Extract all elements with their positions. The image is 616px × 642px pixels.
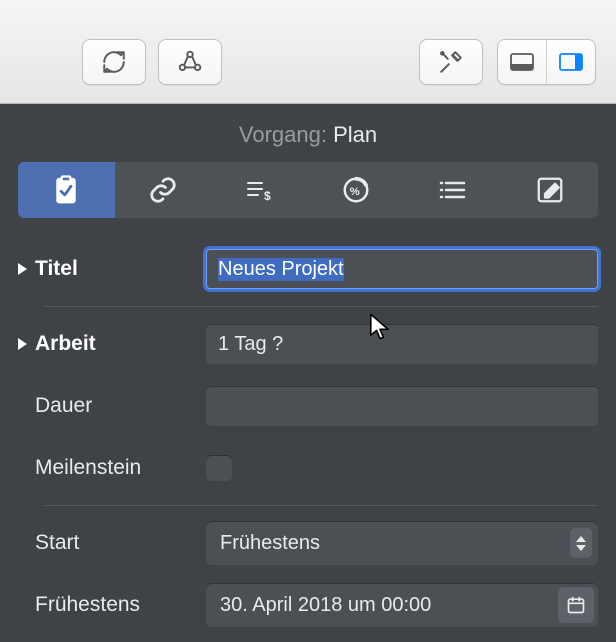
svg-text:$: $ xyxy=(264,189,271,203)
label-titel: Titel xyxy=(35,257,78,281)
inspector-header-label: Vorgang: xyxy=(239,122,327,147)
triangle-right-icon xyxy=(18,263,27,275)
tab-fields[interactable] xyxy=(405,162,502,218)
inspector-tabstrip: $ % xyxy=(18,162,598,218)
fields-icon xyxy=(438,177,468,203)
milestone-checkbox[interactable] xyxy=(206,455,232,481)
disclosure-title[interactable]: Titel xyxy=(18,257,206,281)
link-icon xyxy=(148,175,178,205)
stepper-icon xyxy=(570,528,592,558)
label-dauer: Dauer xyxy=(35,394,92,418)
inspector-header: Vorgang: Plan xyxy=(0,104,616,162)
window-toolbar xyxy=(0,0,616,104)
work-input[interactable]: 1 Tag ? xyxy=(206,324,598,364)
inspector-header-value: Plan xyxy=(333,122,377,147)
duration-input[interactable] xyxy=(206,386,598,426)
label-start: Start xyxy=(35,531,79,555)
tab-general[interactable] xyxy=(18,162,115,218)
disclosure-work[interactable]: Arbeit xyxy=(18,332,206,356)
calendar-picker-button[interactable] xyxy=(558,587,594,623)
calendar-icon xyxy=(566,595,586,615)
tab-notes[interactable] xyxy=(501,162,598,218)
work-value: 1 Tag ? xyxy=(218,333,283,356)
tools-icon xyxy=(438,49,464,75)
progress-icon: % xyxy=(341,175,371,205)
label-arbeit: Arbeit xyxy=(35,332,96,356)
triangle-right-icon xyxy=(18,338,27,350)
network-button[interactable] xyxy=(158,39,222,85)
tab-progress[interactable]: % xyxy=(308,162,405,218)
clipboard-check-icon xyxy=(51,174,81,206)
network-icon xyxy=(177,49,203,75)
start-constraint-value: Frühestens xyxy=(220,532,320,555)
label-meilenstein: Meilenstein xyxy=(35,456,141,480)
svg-text:%: % xyxy=(350,186,360,198)
panel-right-icon xyxy=(558,52,584,72)
divider xyxy=(44,505,598,506)
sync-button[interactable] xyxy=(82,39,146,85)
tools-button[interactable] xyxy=(419,39,483,85)
tab-costs[interactable]: $ xyxy=(211,162,308,218)
start-constraint-popup[interactable]: Frühestens xyxy=(206,521,598,565)
label-fruehestens: Frühestens xyxy=(35,593,140,617)
panel-toggle-segment xyxy=(497,39,596,85)
sync-icon xyxy=(101,49,127,75)
earliest-date-value: 30. April 2018 um 00:00 xyxy=(220,594,431,617)
divider xyxy=(44,306,598,307)
panel-bottom-icon xyxy=(509,52,535,72)
costs-icon: $ xyxy=(244,175,276,205)
tab-links[interactable] xyxy=(115,162,212,218)
title-input[interactable] xyxy=(206,249,598,289)
edit-icon xyxy=(535,175,565,205)
inspector-panel: Vorgang: Plan $ xyxy=(0,104,616,642)
panel-toggle-right[interactable] xyxy=(546,40,595,84)
panel-toggle-bottom[interactable] xyxy=(498,40,546,84)
earliest-date-field[interactable]: 30. April 2018 um 00:00 xyxy=(206,583,598,627)
